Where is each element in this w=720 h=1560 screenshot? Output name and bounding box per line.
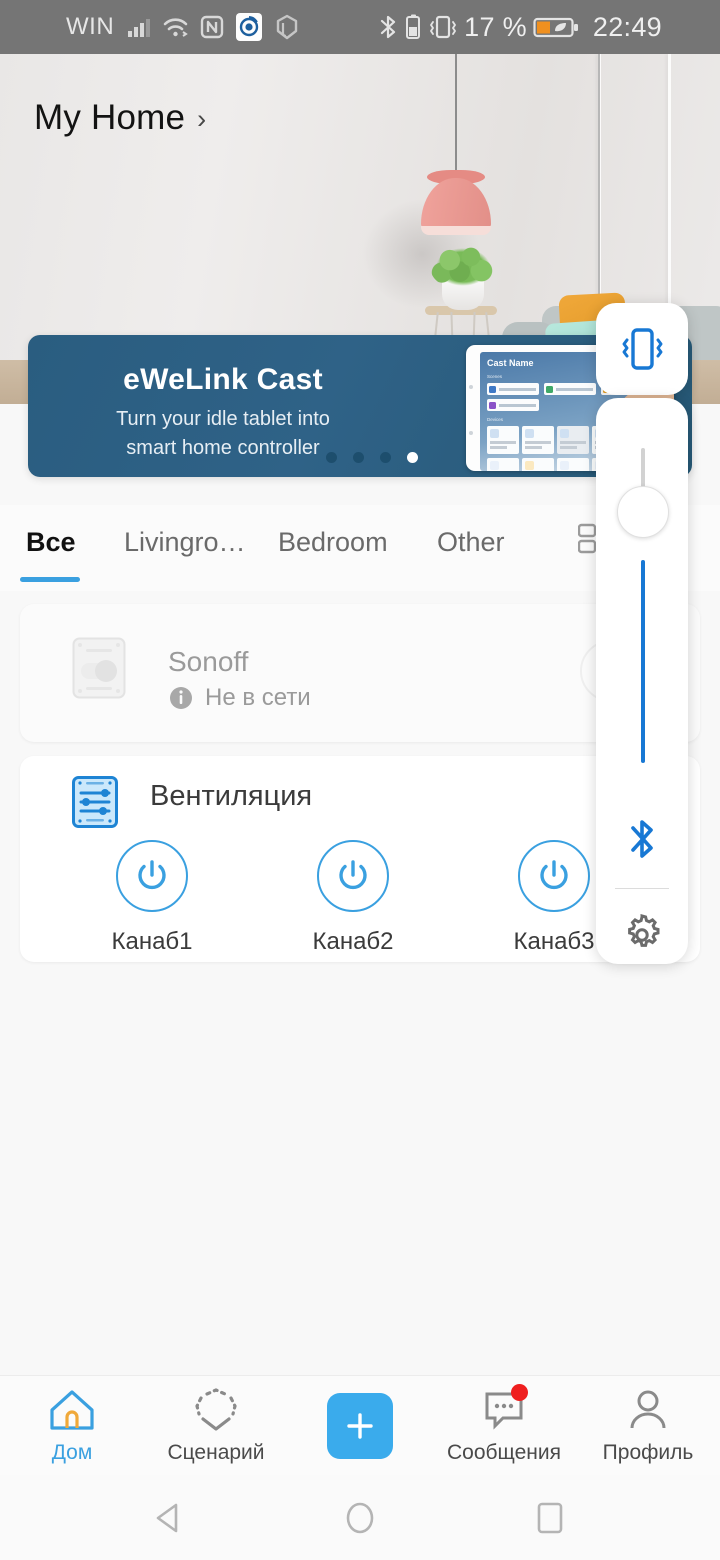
power-icon: [540, 860, 568, 890]
channel-2[interactable]: Канаб2: [283, 840, 423, 956]
nfc-icon: [200, 14, 224, 40]
nav-label: Дом: [51, 1441, 93, 1464]
pagination-dot[interactable]: [326, 452, 337, 463]
potted-plant: [430, 244, 496, 290]
tab-active-indicator: [20, 577, 80, 582]
pendant-lamp-cord: [598, 54, 600, 300]
status-bar: WIN 17 % 22:49: [0, 0, 720, 54]
signal-icon: [125, 14, 151, 40]
pendant-lamp-cord: [455, 54, 457, 175]
clock-label: 22:49: [592, 11, 662, 42]
nav-item-scene[interactable]: Сценарий: [144, 1386, 288, 1465]
android-system-nav: [0, 1475, 720, 1560]
status-bar-right: 17 % 22:49: [377, 12, 662, 43]
bluetooth-button[interactable]: [596, 796, 688, 882]
device-name: Sonoff: [168, 646, 249, 677]
multi-channel-switch-icon: [72, 776, 118, 828]
nav-item-messages[interactable]: Сообщения: [432, 1384, 576, 1465]
slider-knob[interactable]: [617, 486, 669, 538]
home-circle-icon[interactable]: [340, 1498, 380, 1538]
plus-icon: [347, 1412, 373, 1439]
channel-label: Канаб1: [111, 928, 193, 955]
tab-other[interactable]: Other: [437, 527, 505, 558]
recents-icon[interactable]: [530, 1498, 570, 1538]
channel-power-button[interactable]: [317, 840, 389, 912]
ewelink-cast-banner[interactable]: eWeLink Cast Turn your idle tablet into …: [28, 335, 692, 477]
vibrate-icon: [622, 328, 663, 370]
chevron-right-icon: ›: [197, 104, 207, 134]
channel-label: Канаб2: [312, 928, 394, 955]
home-icon: [50, 1390, 94, 1430]
volume-slider-panel[interactable]: [596, 398, 688, 964]
gear-icon: [628, 914, 660, 947]
sound-settings-button[interactable]: [596, 892, 688, 978]
channel-power-button[interactable]: [518, 840, 590, 912]
banner-pagination-dots: [326, 452, 418, 463]
power-icon: [339, 860, 367, 890]
wall-panel-line: [668, 54, 671, 324]
nav-item-profile[interactable]: Профиль: [576, 1386, 720, 1465]
nav-item-home[interactable]: Дом: [0, 1386, 144, 1465]
pagination-dot[interactable]: [353, 452, 364, 463]
panel-divider: [615, 888, 669, 889]
battery-saver-leaf-icon: [533, 13, 579, 41]
bluetooth-icon: [377, 13, 399, 41]
device-status-text: Не в сети: [205, 684, 311, 711]
eye-icon: [235, 12, 263, 42]
unread-badge: [511, 1384, 528, 1401]
info-icon: [170, 687, 192, 709]
add-device-button[interactable]: [327, 1392, 393, 1459]
nav-label: Профиль: [602, 1441, 694, 1464]
nav-item-add[interactable]: [288, 1392, 432, 1459]
channel-1[interactable]: Канаб1: [82, 840, 222, 956]
carrier-label: WIN: [66, 13, 115, 40]
scene-icon: [195, 1388, 237, 1431]
profile-icon: [630, 1390, 666, 1429]
battery-small-icon: [405, 13, 422, 41]
tablet-devices-label: Devices: [487, 417, 504, 422]
device-name: Вентиляция: [150, 780, 313, 812]
banner-subtitle-line1: Turn your idle tablet into: [116, 408, 330, 430]
home-selector[interactable]: My Home ›: [34, 98, 206, 138]
banner-title: eWeLink Cast: [123, 363, 323, 396]
tab-livingroom[interactable]: Livingro…: [124, 527, 246, 558]
nav-label: Сообщения: [447, 1441, 561, 1464]
back-icon[interactable]: [150, 1498, 190, 1538]
shield-icon: [274, 14, 300, 40]
page-title: My Home: [34, 98, 186, 137]
vibrate-mode-button[interactable]: [596, 303, 688, 395]
nav-label: Сценарий: [167, 1441, 265, 1464]
tab-vse[interactable]: Все: [26, 527, 76, 558]
device-status: Не в сети: [168, 684, 311, 712]
app-screen: My Home › eWeLink Cast Turn your idle ta…: [0, 0, 720, 1560]
pendant-lamp-rim: [421, 226, 491, 235]
bluetooth-icon: [631, 820, 653, 858]
vibrate-icon: [428, 13, 458, 41]
pagination-dot-active[interactable]: [407, 452, 418, 463]
switch-module-icon: [72, 637, 126, 699]
wifi-icon: [162, 14, 189, 40]
tablet-scenes-label: Scenes: [487, 374, 503, 379]
pagination-dot[interactable]: [380, 452, 391, 463]
status-bar-left: WIN: [66, 12, 300, 42]
channel-power-button[interactable]: [116, 840, 188, 912]
battery-percent-label: 17 %: [464, 11, 527, 42]
tab-bedroom[interactable]: Bedroom: [278, 527, 388, 558]
tablet-cast-name: Cast Name: [487, 358, 534, 368]
slider-track-active: [641, 560, 645, 763]
power-icon: [138, 860, 166, 890]
bottom-navigation: Дом Сценарий Сообщения Профиль: [0, 1375, 720, 1475]
